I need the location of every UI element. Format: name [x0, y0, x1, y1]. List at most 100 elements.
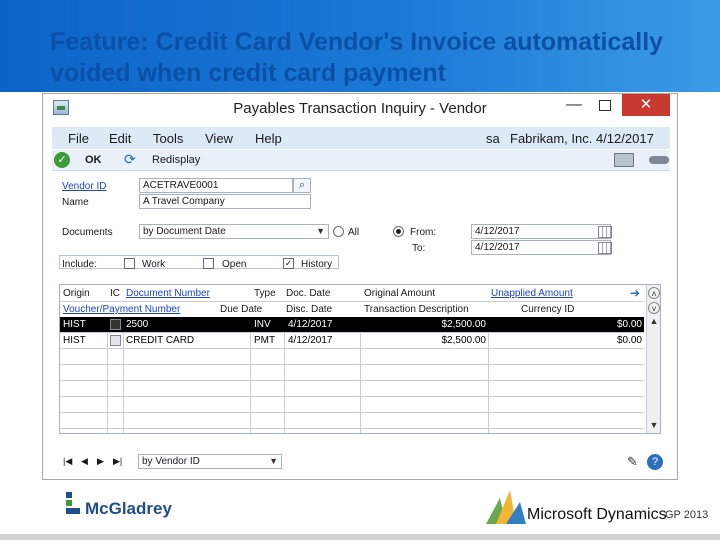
- expand-arrow-icon[interactable]: ➔: [630, 286, 640, 300]
- documents-dropdown[interactable]: by Document Date ▼: [139, 224, 329, 239]
- header-divider: [60, 301, 644, 302]
- to-date-field[interactable]: 4/12/2017: [471, 240, 611, 255]
- transactions-grid: Origin IC Document Number Type Doc. Date…: [59, 284, 661, 434]
- redisplay-button[interactable]: Redisplay: [152, 154, 200, 166]
- to-calendar-icon[interactable]: [598, 242, 612, 254]
- company-date: Fabrikam, Inc. 4/12/2017: [510, 131, 654, 146]
- gp-version: GP 2013: [665, 509, 709, 521]
- cell-origin: HIST: [63, 335, 86, 346]
- maximize-button[interactable]: [599, 100, 611, 111]
- menu-help[interactable]: Help: [255, 131, 282, 146]
- open-label: Open: [222, 259, 247, 270]
- cell-type: INV: [254, 319, 271, 330]
- menu-edit[interactable]: Edit: [109, 131, 131, 146]
- vendor-id-field[interactable]: ACETRAVE0001: [139, 178, 293, 193]
- to-label: To:: [412, 243, 426, 254]
- slide-banner: Feature: Credit Card Vendor's Invoice au…: [0, 0, 720, 92]
- work-checkbox[interactable]: [124, 258, 135, 269]
- menu-bar: File Edit Tools View Help sa Fabrikam, I…: [52, 127, 670, 149]
- print-icon[interactable]: [614, 153, 634, 167]
- scroll-down-icon[interactable]: ▼: [648, 419, 660, 431]
- vendor-name-field: A Travel Company: [139, 194, 311, 209]
- cell-doc-number: CREDIT CARD: [126, 335, 195, 346]
- minimize-button[interactable]: —: [566, 96, 582, 114]
- cell-doc-date: 4/12/2017: [288, 319, 333, 330]
- toolbar: ✓ OK ⟳ Redisplay: [52, 150, 670, 171]
- table-row[interactable]: HIST CREDIT CARD PMT 4/12/2017 $2,500.00…: [60, 333, 644, 348]
- cell-doc-number: 2500: [126, 319, 149, 330]
- options-icon[interactable]: [649, 156, 669, 164]
- menu-file[interactable]: File: [68, 131, 89, 146]
- menu-tools[interactable]: Tools: [153, 131, 183, 146]
- work-label: Work: [142, 259, 166, 270]
- last-record-icon[interactable]: ▶|: [113, 456, 122, 467]
- col-voucher-payment-number[interactable]: Voucher/Payment Number: [63, 304, 180, 315]
- mcgladrey-logo-icon: [66, 492, 80, 514]
- radio-all[interactable]: [333, 226, 344, 237]
- col-ic: IC: [110, 288, 120, 299]
- sort-dropdown[interactable]: by Vendor ID ▼: [138, 454, 282, 469]
- window-titlebar: Payables Transaction Inquiry - Vendor — …: [43, 94, 677, 122]
- include-group: [59, 255, 339, 269]
- col-document-number[interactable]: Document Number: [126, 288, 210, 299]
- documents-dropdown-value: by Document Date: [143, 226, 226, 237]
- user-id: sa: [486, 131, 500, 146]
- ok-button[interactable]: OK: [85, 154, 102, 166]
- chevron-down-icon: ▼: [316, 226, 325, 236]
- previous-record-icon[interactable]: ◀: [81, 456, 88, 467]
- ok-check-icon[interactable]: ✓: [54, 152, 70, 168]
- col-currency-id: Currency ID: [521, 304, 575, 315]
- grid-scrollbar[interactable]: ˄ ˅ ▲ ▼: [646, 285, 660, 433]
- col-unapplied-amount[interactable]: Unapplied Amount: [491, 288, 573, 299]
- col-doc-date: Doc. Date: [286, 288, 331, 299]
- scroll-up-icon[interactable]: ▲: [648, 315, 660, 327]
- cell-amount: $2,500.00: [441, 335, 487, 346]
- microsoft-dynamics-logo-icon: [486, 490, 526, 524]
- first-record-icon[interactable]: |◀: [63, 456, 72, 467]
- col-due-date: Due Date: [220, 304, 263, 315]
- open-checkbox[interactable]: [203, 258, 214, 269]
- from-label: From:: [410, 227, 437, 238]
- collapse-icon[interactable]: ˄: [648, 287, 660, 299]
- cell-unapplied: $0.00: [616, 335, 642, 346]
- col-origin: Origin: [63, 288, 90, 299]
- menu-view[interactable]: View: [205, 131, 233, 146]
- cell-unapplied: $0.00: [616, 319, 642, 330]
- table-row[interactable]: HIST 2500 INV 4/12/2017 $2,500.00 $0.00: [60, 317, 644, 332]
- next-record-icon[interactable]: ▶: [97, 456, 104, 467]
- cell-type: PMT: [254, 335, 276, 346]
- history-checkbox[interactable]: ✓: [283, 258, 294, 269]
- cell-origin: HIST: [63, 319, 86, 330]
- history-label: History: [301, 259, 333, 270]
- close-button[interactable]: ✕: [622, 94, 670, 116]
- vendor-id-label[interactable]: Vendor ID: [62, 181, 106, 192]
- col-disc-date: Disc. Date: [286, 304, 333, 315]
- microsoft-dynamics-wordmark: Microsoft Dynamics: [527, 506, 667, 523]
- name-label: Name: [62, 197, 89, 208]
- radio-from[interactable]: [393, 226, 404, 237]
- col-transaction-description: Transaction Description: [364, 304, 469, 315]
- from-date-field[interactable]: 4/12/2017: [471, 224, 611, 239]
- expand-icon[interactable]: ˅: [648, 302, 660, 314]
- documents-label: Documents: [62, 227, 113, 238]
- redisplay-icon[interactable]: ⟳: [124, 151, 136, 168]
- bottom-navbar: |◀ ◀ ▶ ▶| by Vendor ID ▼ ✎ ?: [59, 452, 663, 472]
- include-label: Include:: [62, 259, 98, 270]
- row-checkbox[interactable]: [110, 319, 121, 330]
- footer-divider: [0, 534, 720, 540]
- from-calendar-icon[interactable]: [598, 226, 612, 238]
- mcgladrey-wordmark: McGladrey: [85, 499, 172, 518]
- col-type: Type: [254, 288, 276, 299]
- cell-doc-date: 4/12/2017: [288, 335, 333, 346]
- col-original-amount: Original Amount: [364, 288, 436, 299]
- help-icon[interactable]: ?: [647, 454, 663, 470]
- sort-dropdown-value: by Vendor ID: [142, 456, 200, 467]
- all-label: All: [348, 227, 360, 238]
- slide-title: Feature: Credit Card Vendor's Invoice au…: [50, 28, 664, 87]
- app-window: Payables Transaction Inquiry - Vendor — …: [42, 93, 678, 480]
- cell-amount: $2,500.00: [441, 319, 487, 330]
- chevron-down-icon: ▼: [269, 456, 278, 466]
- note-icon[interactable]: ✎: [627, 454, 643, 470]
- vendor-lookup-icon[interactable]: ⌕: [293, 178, 311, 193]
- row-checkbox[interactable]: [110, 335, 121, 346]
